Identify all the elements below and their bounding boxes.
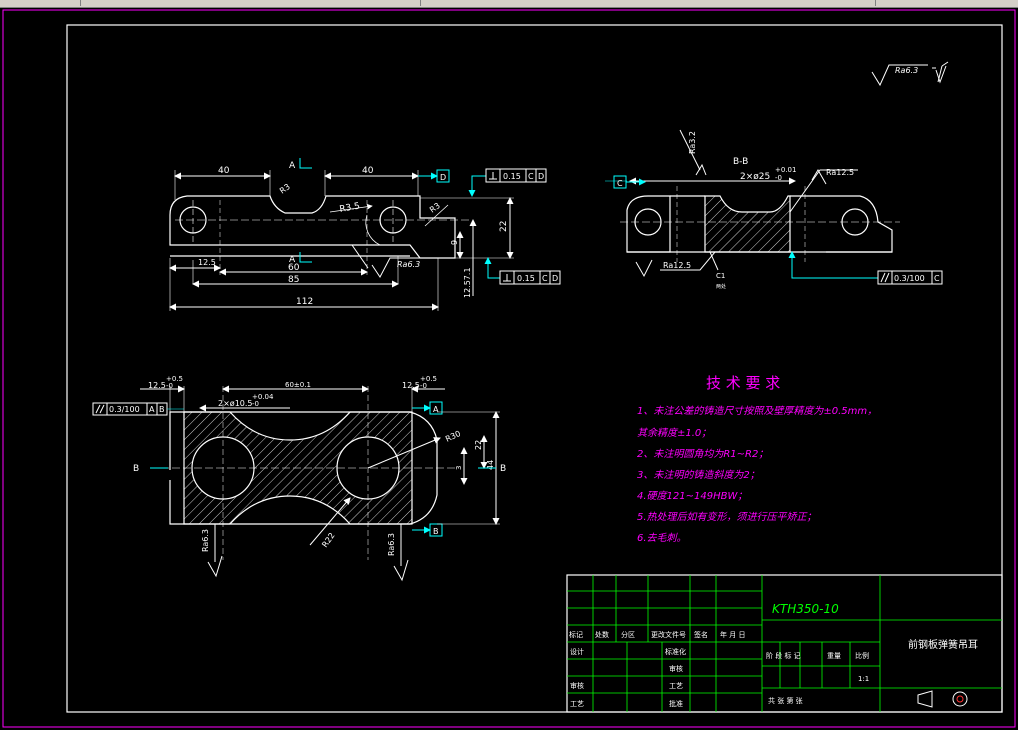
tb-mark: 标记 — [569, 630, 583, 639]
datum-a: A — [433, 405, 439, 414]
global-roughness-symbol: Ra6.3 — [871, 61, 949, 87]
top-tol-minus-left: -0 — [166, 382, 173, 390]
side-view-section: B-B 2×ø25 +0.01 -0 Ra3.2 Ra12.5 Ra12.5 C… — [605, 129, 943, 290]
top-r30: R30 — [444, 429, 462, 444]
dim-r3: R3 — [278, 182, 292, 195]
top-dim-22: 22 — [474, 440, 483, 450]
toolbar-segment[interactable] — [420, 0, 876, 6]
tb-sheets: 共 张 第 张 — [768, 696, 803, 705]
projection-symbol-icon — [917, 690, 968, 708]
tb-weight: 重量 — [827, 652, 841, 660]
section-a-bottom: A — [289, 255, 296, 265]
tb-scale: 比例 — [855, 651, 869, 660]
dim-40-left: 40 — [218, 166, 230, 176]
tech-item-6: 6.去毛刺。 — [637, 532, 687, 544]
dim-22: 22 — [499, 221, 509, 232]
toolbar-segment[interactable] — [80, 0, 421, 6]
roughness-ra12-5-bottom: Ra12.5 — [663, 261, 691, 270]
section-bb-label: B-B — [733, 157, 748, 167]
tb-stage-mark: 阶 段 标 记 — [766, 651, 801, 660]
tech-item-1: 1、未注公差的铸造尺寸按照及壁厚精度为±0.5mm， — [637, 405, 877, 417]
side-tol-parallel: 0.3/100 — [894, 274, 925, 283]
top-r22: R22 — [320, 531, 336, 549]
global-roughness-label: Ra6.3 — [895, 66, 918, 75]
tol-bottom-ref-c: C — [542, 274, 548, 283]
bore-tol-lower: -0 — [775, 174, 782, 182]
dim-12-5: 12.5 — [198, 258, 216, 267]
tech-item-5: 5.热处理后如有变形，须进行压平矫正； — [637, 511, 817, 523]
dim-r3-5: R3.5 — [339, 202, 361, 215]
tb-date: 年 月 日 — [720, 630, 745, 639]
tech-heading: 技 术 要 求 — [706, 374, 780, 392]
datum-c: C — [617, 179, 623, 188]
tech-requirements: 技 术 要 求 1、未注公差的铸造尺寸按照及壁厚精度为±0.5mm， 其余精度±… — [637, 374, 877, 544]
dim-40-right: 40 — [362, 166, 374, 176]
part-number: KTH350-10 — [772, 602, 839, 616]
bore-tol-upper: +0.01 — [775, 166, 796, 174]
top-dim-right: 12.5 — [402, 381, 420, 390]
section-a-top: A — [289, 161, 296, 171]
top-roughness-left: Ra6.3 — [201, 529, 210, 552]
tb-scale-value: 1:1 — [858, 675, 869, 683]
drawing-frame — [66, 24, 1003, 713]
section-b-right: B — [500, 464, 506, 474]
datum-d: D — [440, 173, 446, 182]
front-view: 40 40 R3 R3.5 R3 12.5 60 85 112 9 22 12.… — [169, 158, 561, 311]
tech-item-2: 2、未注明圆角均为R1~R2； — [637, 448, 768, 460]
tb-craft-2: 工艺 — [570, 700, 584, 708]
top-roughness-right: Ra6.3 — [387, 533, 396, 556]
tb-zone: 分区 — [621, 630, 635, 639]
top-center-dim: 60±0.1 — [285, 381, 311, 389]
dim-112: 112 — [296, 297, 313, 307]
tb-review: 审核 — [669, 664, 683, 673]
tech-item-4: 4.硬度121~149HBW； — [637, 490, 747, 502]
roughness-ra3-2: Ra3.2 — [688, 131, 697, 154]
tb-check: 审核 — [570, 681, 584, 690]
roughness-ra12-5-right: Ra12.5 — [826, 168, 854, 177]
tol-top-ref-c: C — [528, 172, 534, 181]
sheet-border — [2, 9, 1016, 728]
tol-top-ref-d: D — [538, 172, 544, 181]
top-dim-left: 12.5 — [148, 381, 166, 390]
tech-item-3: 3、未注明的铸造斜度为2； — [637, 469, 760, 481]
top-dim-3: 3 — [455, 466, 463, 470]
chamfer-label: C1 — [716, 272, 725, 280]
tol-bottom-ref-d: D — [552, 274, 558, 283]
top-tol-parallel: 0.3/100 — [109, 405, 140, 414]
top-tol-minus-right: -0 — [420, 382, 427, 390]
tb-approve: 批准 — [669, 699, 683, 708]
front-roughness: Ra6.3 — [397, 260, 420, 269]
tol-top-value: 0.15 — [503, 172, 521, 181]
part-name: 前钢板弹簧吊耳 — [908, 638, 978, 651]
tb-change-doc: 更改文件号 — [651, 630, 686, 639]
top-view: 12.5 +0.5 -0 12.5 +0.5 -0 60±0.1 2×ø10.5… — [92, 375, 506, 582]
tb-design: 设计 — [570, 647, 584, 656]
chamfer-note: 两处 — [716, 283, 726, 290]
top-tol-ref-b: B — [159, 405, 165, 414]
toolbar-segment[interactable] — [0, 0, 81, 6]
cad-drawing[interactable]: Ra6.3 40 40 R3 R3.5 R3 12.5 60 85 112 9 … — [0, 8, 1018, 730]
datum-b: B — [433, 527, 439, 536]
tb-signature: 签名 — [694, 630, 708, 639]
tol-bottom-value: 0.15 — [517, 274, 535, 283]
dim-9: 9 — [450, 240, 459, 245]
tb-count: 处数 — [595, 630, 609, 639]
bore-dim: 2×ø25 — [740, 172, 770, 182]
top-holes-dim: 2×ø10.5 — [218, 399, 253, 408]
tb-standardize: 标准化 — [665, 647, 686, 656]
section-b-left: B — [133, 464, 139, 474]
side-tol-ref: C — [934, 274, 940, 283]
top-tol-ref-a: A — [149, 405, 155, 414]
toolbar-strip — [0, 0, 1018, 8]
title-block-text: KTH350-10 前钢板弹簧吊耳 标记 处数 分区 更改文件号 签名 年 月 … — [569, 602, 978, 708]
dim-12-57: 12.57.1 — [463, 267, 472, 298]
tech-item-1b: 其余精度±1.0； — [637, 427, 711, 439]
dim-85: 85 — [288, 275, 299, 285]
tb-craft: 工艺 — [669, 682, 683, 690]
toolbar-segment[interactable] — [875, 0, 1018, 6]
top-holes-tol-lower: -0 — [252, 400, 259, 408]
